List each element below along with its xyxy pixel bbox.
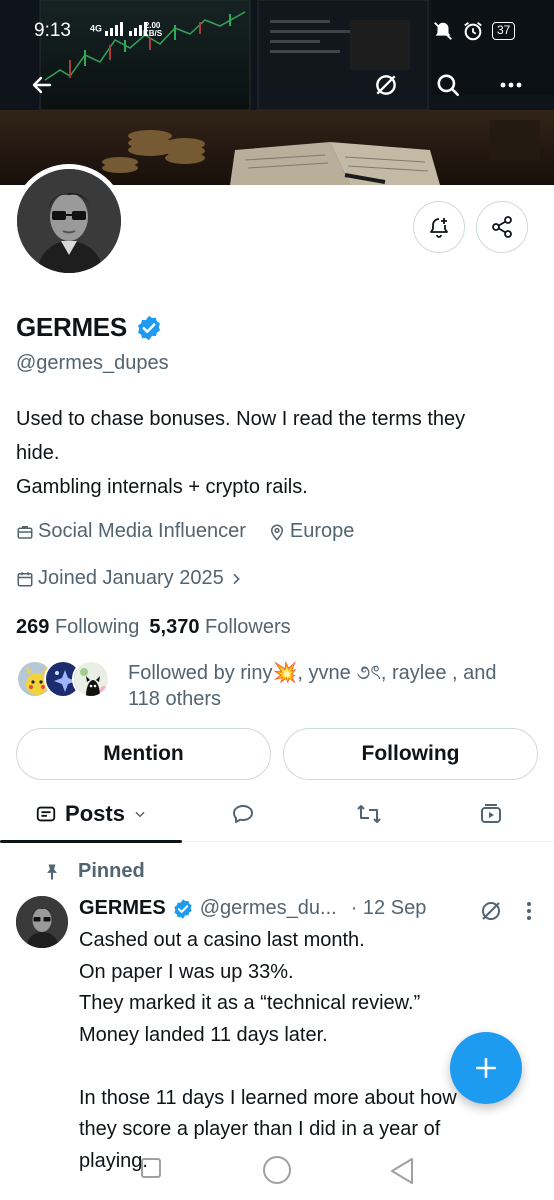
grok-button[interactable]	[364, 63, 408, 107]
followers-count: 5,370	[149, 616, 200, 638]
avatar	[72, 660, 110, 698]
avatar-photo	[17, 169, 121, 273]
grok-icon	[482, 902, 500, 920]
system-nav-bar	[0, 1150, 554, 1200]
more-vertical-icon	[527, 902, 531, 920]
signal-icon	[104, 22, 147, 36]
tab-media[interactable]	[462, 786, 520, 842]
bio-line: Used to chase bonuses. Now I read the te…	[16, 408, 466, 430]
followed-by-line: Followed by riny💥, yvne ૭ৎ, raylee , and	[128, 662, 497, 684]
battery-level: 37	[492, 22, 516, 40]
pinned-indicator: Pinned	[42, 860, 145, 883]
followers-stat-label: Followers	[205, 616, 291, 638]
mention-button[interactable]: Mention	[16, 728, 271, 780]
bell-off-icon	[434, 22, 452, 40]
followed-by-text[interactable]: Followed by riny💥, yvne ૭ৎ, raylee , and…	[128, 660, 538, 712]
followers-stat[interactable]: 5,370 Followers	[149, 616, 290, 639]
home-nav-button[interactable]	[263, 1156, 291, 1184]
post-author-avatar[interactable]	[16, 896, 68, 948]
share-icon	[492, 216, 512, 238]
profile-banner[interactable]: 9:13 4G 2.00 KB/S 37	[0, 0, 554, 185]
post-author-handle[interactable]: @germes_du...	[200, 897, 337, 920]
profile-category: Social Media Influencer	[38, 520, 246, 542]
profile-location: Europe	[289, 520, 355, 542]
post-author-name[interactable]: GERMES	[79, 897, 166, 920]
post-line: On paper I was up 33%.	[79, 960, 294, 983]
followed-by-line: 118 others	[128, 688, 222, 710]
post-line: They marked it as a “technical review.”	[79, 992, 421, 1014]
tab-posts-label: Posts	[65, 801, 125, 826]
network-speed: 2.00 KB/S	[143, 22, 162, 38]
verified-badge-icon	[174, 898, 192, 919]
bio-line: hide.	[16, 442, 60, 464]
following-button[interactable]: Following	[283, 728, 538, 780]
grok-icon	[376, 75, 396, 95]
pin-icon	[47, 864, 57, 879]
compose-post-button[interactable]	[450, 1032, 522, 1104]
bell-plus-icon	[430, 218, 448, 238]
profile-stats: 269 Following 5,370 Followers	[16, 616, 291, 639]
speed-unit: KB/S	[143, 29, 163, 38]
post-more-button[interactable]	[518, 898, 540, 924]
profile-meta-row: Social Media Influencer Europe	[16, 520, 354, 543]
briefcase-icon	[17, 525, 33, 539]
recents-nav-button[interactable]	[141, 1158, 161, 1178]
bio-line: Gambling internals + crypto rails.	[16, 476, 308, 498]
post-date[interactable]: · 12 Sep	[351, 897, 427, 920]
reply-icon	[233, 805, 253, 823]
profile-avatar[interactable]	[12, 164, 126, 278]
profile-joined-date: Joined January 2025	[38, 567, 224, 589]
back-nav-button[interactable]	[388, 1156, 416, 1186]
pinned-label: Pinned	[78, 860, 145, 882]
post-line: Cashed out a casino last month.	[79, 929, 365, 951]
share-button[interactable]	[476, 201, 528, 253]
notifications-button[interactable]	[413, 201, 465, 253]
chevron-down-icon	[135, 811, 145, 818]
profile-joined-row[interactable]: Joined January 2025	[16, 567, 244, 590]
following-stat-label: Following	[54, 616, 140, 638]
status-time: 9:13	[34, 20, 71, 41]
video-icon	[481, 804, 501, 823]
status-bar: 9:13 4G 2.00 KB/S 37	[0, 0, 554, 60]
posts-tab-icon	[36, 806, 56, 822]
profile-handle: @germes_dupes	[16, 352, 169, 374]
tab-reposts[interactable]	[340, 786, 398, 842]
profile-bio: Used to chase bonuses. Now I read the te…	[16, 402, 544, 504]
tab-posts[interactable]: Posts	[0, 786, 182, 843]
avatar	[16, 896, 68, 948]
more-button[interactable]	[489, 63, 533, 107]
post-line: they score a player than I did in a year…	[79, 1118, 441, 1140]
chevron-right-icon	[233, 573, 240, 584]
search-icon	[437, 74, 460, 97]
active-tab-indicator	[0, 840, 182, 843]
alarm-icon	[464, 22, 482, 41]
profile-tabs: Posts	[0, 786, 554, 843]
calendar-icon	[17, 571, 33, 586]
repost-icon	[357, 805, 381, 823]
network-indicator: 4G	[90, 22, 149, 36]
following-count: 269	[16, 616, 50, 638]
post-grok-button[interactable]	[478, 898, 504, 924]
more-horizontal-icon	[500, 82, 522, 88]
followed-by-avatars[interactable]	[16, 660, 110, 698]
network-type: 4G	[90, 23, 103, 34]
back-button[interactable]	[20, 63, 64, 107]
location-pin-icon	[270, 524, 283, 541]
profile-name: GERMES	[16, 312, 127, 342]
search-button[interactable]	[426, 63, 470, 107]
post-header: GERMES @germes_du... · 12 Sep	[79, 897, 426, 920]
following-stat[interactable]: 269 Following	[16, 616, 139, 639]
status-icons: 37	[432, 20, 516, 42]
tab-replies[interactable]	[214, 786, 272, 842]
plus-icon	[476, 1058, 496, 1078]
arrow-left-icon	[32, 76, 52, 94]
verified-badge-icon[interactable]	[135, 314, 163, 342]
profile-name-row: GERMES	[16, 312, 163, 343]
